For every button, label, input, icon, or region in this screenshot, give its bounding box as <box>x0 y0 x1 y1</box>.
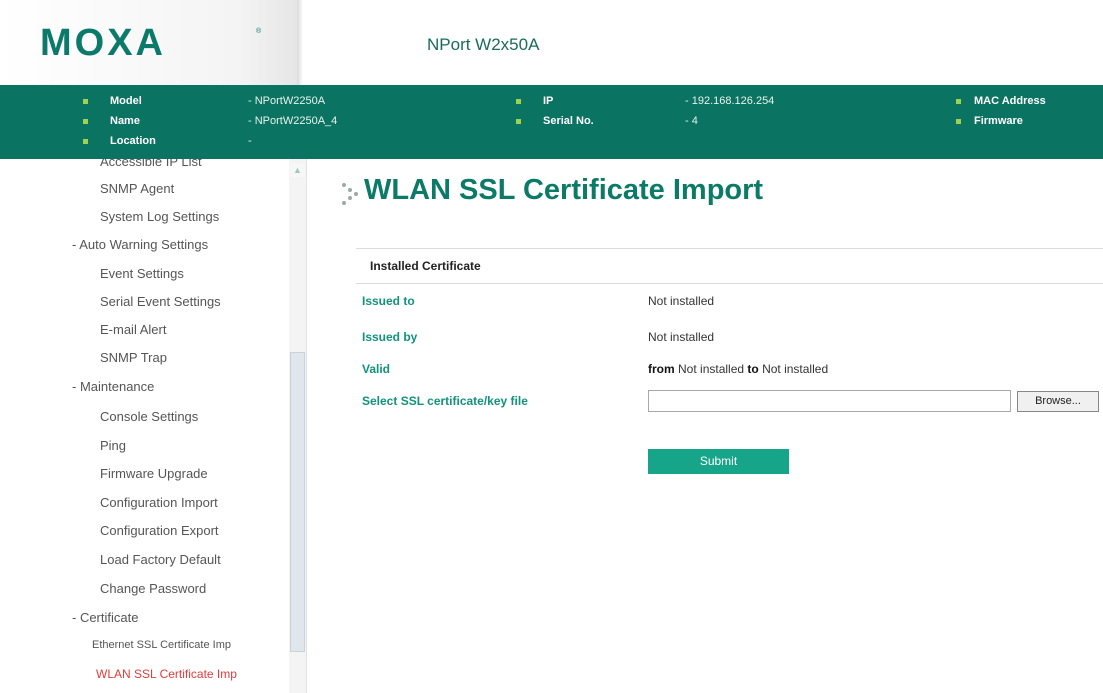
sidebar-nav: Accessible IP List SNMP Agent System Log… <box>0 159 307 693</box>
page-title: WLAN SSL Certificate Import <box>364 174 764 206</box>
valid-to-value: Not installed <box>762 362 829 376</box>
issued-by-value: Not installed <box>648 330 715 344</box>
valid-from-value: Not installed <box>678 362 745 376</box>
bullet-icon <box>83 139 88 144</box>
sidebar-item-ethernet-ssl-cert[interactable]: Ethernet SSL Certificate Imp <box>92 639 231 651</box>
valid-label: Valid <box>362 362 391 376</box>
model-value: - NPortW2250A <box>248 95 326 107</box>
scrollbar-thumb[interactable] <box>290 352 305 652</box>
sidebar-group-certificate[interactable]: - Certificate <box>72 610 138 625</box>
device-info-bar: Model - NPortW2250A Name - NPortW2250A_4… <box>0 85 1103 159</box>
sidebar-item-change-password[interactable]: Change Password <box>100 581 206 596</box>
bullet-icon <box>516 119 521 124</box>
submit-button[interactable]: Submit <box>648 449 789 474</box>
product-name: NPort W2x50A <box>427 35 540 54</box>
issued-to-value: Not installed <box>648 294 715 308</box>
bullet-icon <box>956 119 961 124</box>
location-label: Location <box>110 135 156 147</box>
sidebar-group-maintenance[interactable]: - Maintenance <box>72 379 154 394</box>
sidebar-item-console-settings[interactable]: Console Settings <box>100 409 198 424</box>
info-row-serial: Serial No. - 4 <box>500 113 800 129</box>
valid-value: from Not installed to Not installed <box>648 362 828 376</box>
serial-value: - 4 <box>685 115 698 127</box>
name-value: - NPortW2250A_4 <box>248 115 338 127</box>
logo-trademark: ® <box>256 28 262 35</box>
certificate-file-input[interactable] <box>648 390 1011 412</box>
logo-area: MOXA ® <box>0 0 297 85</box>
sidebar-item-configuration-export[interactable]: Configuration Export <box>100 523 219 538</box>
info-row-mac: MAC Address <box>940 93 1103 109</box>
valid-to-keyword: to <box>747 362 759 376</box>
info-row-ip: IP - 192.168.126.254 <box>500 93 800 109</box>
header-divider <box>297 0 303 85</box>
sidebar-item-email-alert[interactable]: E-mail Alert <box>100 322 166 337</box>
bullet-icon <box>83 119 88 124</box>
ip-label: IP <box>543 95 554 107</box>
bullet-icon <box>83 99 88 104</box>
mac-label: MAC Address <box>974 95 1046 107</box>
sidebar-item-snmp-trap[interactable]: SNMP Trap <box>100 350 167 365</box>
sidebar-item-load-factory-default[interactable]: Load Factory Default <box>100 552 221 567</box>
info-row-model: Model - NPortW2250A <box>0 93 360 109</box>
info-row-name: Name - NPortW2250A_4 <box>0 113 360 129</box>
sidebar-item-accessible-ip-list[interactable]: Accessible IP List <box>100 159 202 169</box>
sidebar-item-configuration-import[interactable]: Configuration Import <box>100 495 218 510</box>
name-label: Name <box>110 115 140 127</box>
valid-from-keyword: from <box>648 362 675 376</box>
moxa-logo: MOXA <box>40 22 166 64</box>
firmware-label: Firmware <box>974 115 1023 127</box>
sidebar-item-system-log-settings[interactable]: System Log Settings <box>100 209 219 224</box>
dotted-arrow-icon <box>340 181 360 205</box>
sidebar-group-auto-warning[interactable]: - Auto Warning Settings <box>72 237 208 252</box>
sidebar-item-wlan-ssl-cert[interactable]: WLAN SSL Certificate Imp <box>96 667 237 681</box>
sidebar-item-serial-event-settings[interactable]: Serial Event Settings <box>100 294 221 309</box>
info-row-location: Location - <box>0 133 360 149</box>
sidebar-item-event-settings[interactable]: Event Settings <box>100 266 184 281</box>
model-label: Model <box>110 95 142 107</box>
ip-value: - 192.168.126.254 <box>685 95 775 107</box>
location-value: - <box>248 135 252 147</box>
select-file-label: Select SSL certificate/key file <box>362 394 528 408</box>
issued-to-label: Issued to <box>362 294 415 308</box>
sidebar-item-snmp-agent[interactable]: SNMP Agent <box>100 181 174 196</box>
issued-by-label: Issued by <box>362 330 418 344</box>
chevron-up-icon[interactable]: ▲ <box>290 163 305 177</box>
info-row-firmware: Firmware <box>940 113 1103 129</box>
sidebar-item-ping[interactable]: Ping <box>100 438 126 453</box>
serial-label: Serial No. <box>543 115 594 127</box>
header: MOXA ® NPort W2x50A <box>0 0 1103 85</box>
installed-certificate-header: Installed Certificate <box>356 248 1103 284</box>
bullet-icon <box>516 99 521 104</box>
section-header-label: Installed Certificate <box>370 259 481 273</box>
bullet-icon <box>956 99 961 104</box>
browse-button[interactable]: Browse... <box>1017 391 1099 412</box>
sidebar-item-firmware-upgrade[interactable]: Firmware Upgrade <box>100 466 208 481</box>
